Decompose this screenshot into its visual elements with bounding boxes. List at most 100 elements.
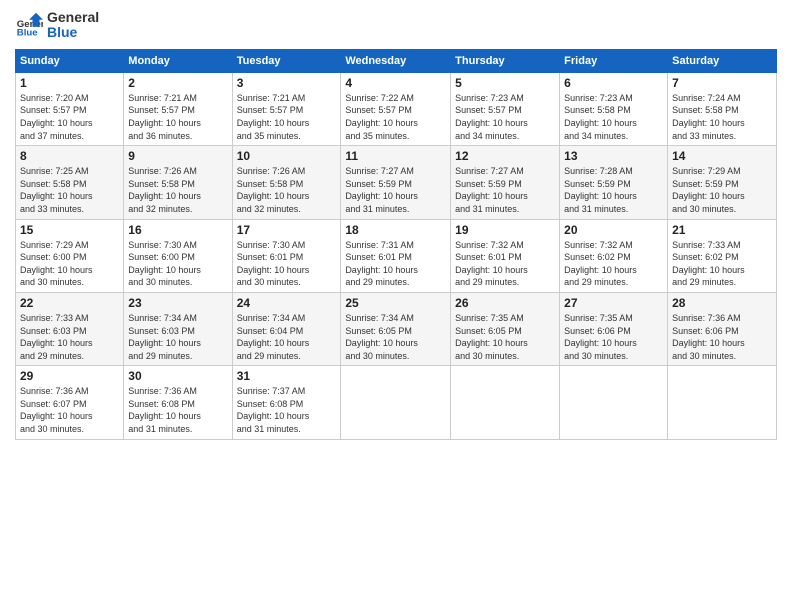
day-cell: 12 Sunrise: 7:27 AM Sunset: 5:59 PM Dayli… — [451, 146, 560, 219]
day-number: 2 — [128, 76, 227, 90]
day-info: Sunrise: 7:35 AM Sunset: 6:06 PM Dayligh… — [564, 312, 663, 362]
day-number: 29 — [20, 369, 119, 383]
day-cell: 28 Sunrise: 7:36 AM Sunset: 6:06 PM Dayli… — [668, 292, 777, 365]
day-cell: 4 Sunrise: 7:22 AM Sunset: 5:57 PM Daylig… — [341, 72, 451, 145]
day-number: 5 — [455, 76, 555, 90]
day-cell: 26Sunrise: 7:35 AM Sunset: 6:05 PM Dayli… — [451, 292, 560, 365]
day-number: 3 — [237, 76, 337, 90]
day-number: 9 — [128, 149, 227, 163]
day-cell: 21Sunrise: 7:33 AM Sunset: 6:02 PM Dayli… — [668, 219, 777, 292]
weekday-header-saturday: Saturday — [668, 49, 777, 72]
day-info: Sunrise: 7:21 AM Sunset: 5:57 PM Dayligh… — [237, 92, 337, 142]
day-cell: 27 Sunrise: 7:35 AM Sunset: 6:06 PM Dayli… — [560, 292, 668, 365]
day-number: 1 — [20, 76, 119, 90]
day-cell: 1 Sunrise: 7:20 AM Sunset: 5:57 PM Daylig… — [16, 72, 124, 145]
day-number: 30 — [128, 369, 227, 383]
day-cell — [560, 366, 668, 439]
day-cell: 25 Sunrise: 7:34 AM Sunset: 6:05 PM Dayli… — [341, 292, 451, 365]
weekday-header-friday: Friday — [560, 49, 668, 72]
header-row: General Blue General Blue — [15, 10, 777, 41]
day-info: Sunrise: 7:23 AM Sunset: 5:57 PM Dayligh… — [455, 92, 555, 142]
day-info: Sunrise: 7:36 AM Sunset: 6:07 PM Dayligh… — [20, 385, 119, 435]
day-info: Sunrise: 7:32 AM Sunset: 6:01 PM Dayligh… — [455, 239, 555, 289]
day-cell: 24Sunrise: 7:34 AM Sunset: 6:04 PM Dayli… — [232, 292, 341, 365]
day-cell — [668, 366, 777, 439]
day-number: 8 — [20, 149, 119, 163]
day-info: Sunrise: 7:30 AM Sunset: 6:00 PM Dayligh… — [128, 239, 227, 289]
day-cell: 30 Sunrise: 7:36 AM Sunset: 6:08 PM Dayli… — [124, 366, 232, 439]
day-cell — [341, 366, 451, 439]
weekday-header-wednesday: Wednesday — [341, 49, 451, 72]
day-info: Sunrise: 7:31 AM Sunset: 6:01 PM Dayligh… — [345, 239, 446, 289]
day-number: 31 — [237, 369, 337, 383]
day-number: 18 — [345, 223, 446, 237]
day-info: Sunrise: 7:34 AM Sunset: 6:03 PM Dayligh… — [128, 312, 227, 362]
day-number: 28 — [672, 296, 772, 310]
day-info: Sunrise: 7:36 AM Sunset: 6:06 PM Dayligh… — [672, 312, 772, 362]
day-cell: 23Sunrise: 7:34 AM Sunset: 6:03 PM Dayli… — [124, 292, 232, 365]
day-cell: 17Sunrise: 7:30 AM Sunset: 6:01 PM Dayli… — [232, 219, 341, 292]
day-info: Sunrise: 7:22 AM Sunset: 5:57 PM Dayligh… — [345, 92, 446, 142]
logo-icon: General Blue — [15, 11, 43, 39]
weekday-header-tuesday: Tuesday — [232, 49, 341, 72]
day-info: Sunrise: 7:26 AM Sunset: 5:58 PM Dayligh… — [237, 165, 337, 215]
day-number: 11 — [345, 149, 446, 163]
day-cell: 9 Sunrise: 7:26 AM Sunset: 5:58 PM Daylig… — [124, 146, 232, 219]
day-info: Sunrise: 7:37 AM Sunset: 6:08 PM Dayligh… — [237, 385, 337, 435]
day-number: 17 — [237, 223, 337, 237]
week-row-4: 22 Sunrise: 7:33 AM Sunset: 6:03 PM Dayli… — [16, 292, 777, 365]
day-cell: 16 Sunrise: 7:30 AM Sunset: 6:00 PM Dayli… — [124, 219, 232, 292]
day-info: Sunrise: 7:33 AM Sunset: 6:03 PM Dayligh… — [20, 312, 119, 362]
day-number: 25 — [345, 296, 446, 310]
day-info: Sunrise: 7:27 AM Sunset: 5:59 PM Dayligh… — [455, 165, 555, 215]
calendar-table: SundayMondayTuesdayWednesdayThursdayFrid… — [15, 49, 777, 440]
weekday-header-row: SundayMondayTuesdayWednesdayThursdayFrid… — [16, 49, 777, 72]
week-row-5: 29 Sunrise: 7:36 AM Sunset: 6:07 PM Dayli… — [16, 366, 777, 439]
day-info: Sunrise: 7:29 AM Sunset: 6:00 PM Dayligh… — [20, 239, 119, 289]
day-number: 12 — [455, 149, 555, 163]
day-info: Sunrise: 7:21 AM Sunset: 5:57 PM Dayligh… — [128, 92, 227, 142]
day-cell: 18 Sunrise: 7:31 AM Sunset: 6:01 PM Dayli… — [341, 219, 451, 292]
day-cell: 14Sunrise: 7:29 AM Sunset: 5:59 PM Dayli… — [668, 146, 777, 219]
day-cell: 6 Sunrise: 7:23 AM Sunset: 5:58 PM Daylig… — [560, 72, 668, 145]
weekday-header-thursday: Thursday — [451, 49, 560, 72]
svg-text:Blue: Blue — [17, 28, 38, 39]
logo: General Blue General Blue — [15, 10, 99, 41]
day-number: 15 — [20, 223, 119, 237]
day-cell: 2 Sunrise: 7:21 AM Sunset: 5:57 PM Daylig… — [124, 72, 232, 145]
day-info: Sunrise: 7:32 AM Sunset: 6:02 PM Dayligh… — [564, 239, 663, 289]
day-info: Sunrise: 7:27 AM Sunset: 5:59 PM Dayligh… — [345, 165, 446, 215]
day-cell: 3 Sunrise: 7:21 AM Sunset: 5:57 PM Daylig… — [232, 72, 341, 145]
day-number: 22 — [20, 296, 119, 310]
day-info: Sunrise: 7:34 AM Sunset: 6:04 PM Dayligh… — [237, 312, 337, 362]
day-info: Sunrise: 7:24 AM Sunset: 5:58 PM Dayligh… — [672, 92, 772, 142]
day-info: Sunrise: 7:35 AM Sunset: 6:05 PM Dayligh… — [455, 312, 555, 362]
day-number: 19 — [455, 223, 555, 237]
day-number: 27 — [564, 296, 663, 310]
day-number: 13 — [564, 149, 663, 163]
day-info: Sunrise: 7:23 AM Sunset: 5:58 PM Dayligh… — [564, 92, 663, 142]
day-info: Sunrise: 7:26 AM Sunset: 5:58 PM Dayligh… — [128, 165, 227, 215]
day-cell: 5 Sunrise: 7:23 AM Sunset: 5:57 PM Daylig… — [451, 72, 560, 145]
week-row-2: 8Sunrise: 7:25 AM Sunset: 5:58 PM Daylig… — [16, 146, 777, 219]
week-row-3: 15 Sunrise: 7:29 AM Sunset: 6:00 PM Dayli… — [16, 219, 777, 292]
day-info: Sunrise: 7:20 AM Sunset: 5:57 PM Dayligh… — [20, 92, 119, 142]
day-number: 7 — [672, 76, 772, 90]
week-row-1: 1 Sunrise: 7:20 AM Sunset: 5:57 PM Daylig… — [16, 72, 777, 145]
day-info: Sunrise: 7:28 AM Sunset: 5:59 PM Dayligh… — [564, 165, 663, 215]
day-info: Sunrise: 7:29 AM Sunset: 5:59 PM Dayligh… — [672, 165, 772, 215]
day-number: 20 — [564, 223, 663, 237]
day-cell: 8Sunrise: 7:25 AM Sunset: 5:58 PM Daylig… — [16, 146, 124, 219]
day-number: 16 — [128, 223, 227, 237]
day-number: 6 — [564, 76, 663, 90]
day-cell: 31 Sunrise: 7:37 AM Sunset: 6:08 PM Dayli… — [232, 366, 341, 439]
day-cell: 7 Sunrise: 7:24 AM Sunset: 5:58 PM Daylig… — [668, 72, 777, 145]
day-cell: 15 Sunrise: 7:29 AM Sunset: 6:00 PM Dayli… — [16, 219, 124, 292]
day-info: Sunrise: 7:36 AM Sunset: 6:08 PM Dayligh… — [128, 385, 227, 435]
weekday-header-sunday: Sunday — [16, 49, 124, 72]
day-cell: 10 Sunrise: 7:26 AM Sunset: 5:58 PM Dayli… — [232, 146, 341, 219]
day-number: 4 — [345, 76, 446, 90]
day-info: Sunrise: 7:34 AM Sunset: 6:05 PM Dayligh… — [345, 312, 446, 362]
day-cell: 13 Sunrise: 7:28 AM Sunset: 5:59 PM Dayli… — [560, 146, 668, 219]
day-number: 10 — [237, 149, 337, 163]
